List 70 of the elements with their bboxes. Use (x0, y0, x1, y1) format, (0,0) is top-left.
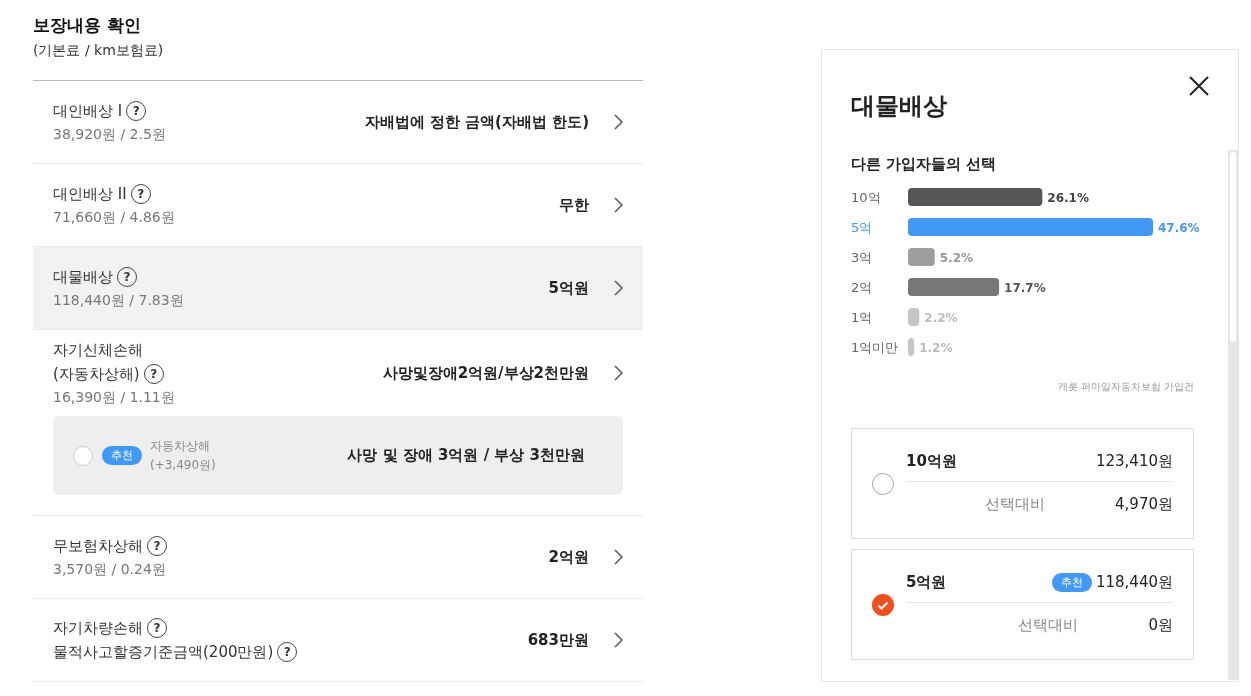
coverage-value: 무한 (559, 195, 589, 215)
difference-value: 4,970원 (1115, 494, 1173, 514)
option-card[interactable]: 10억원 123,410원 선택대비 4,970원 (851, 428, 1194, 539)
option-price: 123,410원 (1095, 451, 1173, 471)
coverage-price: 38,920원 / 2.5원 (53, 125, 167, 144)
option-extra-price: (+3,490원) (150, 456, 216, 474)
close-icon[interactable] (1188, 75, 1210, 97)
chevron-right-icon[interactable] (613, 197, 623, 213)
bar-value-label: 17.7% (1004, 281, 1046, 295)
coverage-row[interactable]: 대인배상 I ? 38,920원 / 2.5원 자배법에 정한 금액(자배법 한도) (33, 81, 643, 164)
option-name: 자동차상해 (150, 437, 211, 455)
coverage-name: 물적사고할증기준금액(200만원) (53, 642, 274, 663)
bar-value-label: 26.1% (1047, 191, 1089, 205)
chevron-right-icon[interactable] (613, 365, 623, 381)
option-value: 사망 및 장애 3억원 / 부상 3천만원 (347, 446, 585, 465)
chevron-right-icon[interactable] (613, 280, 623, 296)
coverage-name: 자기차량손해 (53, 618, 143, 639)
chart-title: 다른 가입자들의 선택 (851, 155, 998, 174)
bar-value-label: 47.6% (1158, 221, 1200, 235)
coverage-name: 자기신체손해 (53, 340, 143, 361)
coverage-price: 118,440원 / 7.83원 (53, 291, 185, 310)
bar-category: 1억 (851, 310, 873, 325)
bar-category: 5억 (851, 220, 873, 235)
page-title: 보장내용 확인 (33, 14, 142, 37)
coverage-name: 대물배상 (53, 267, 113, 288)
coverage-name: 대인배상 I (53, 101, 123, 122)
bar-category: 10억 (851, 190, 881, 205)
coverage-name: 대인배상 II (53, 184, 127, 205)
option-card[interactable]: 5억원 추천 118,440원 선택대비 0원 (851, 549, 1194, 660)
recommend-badge: 추천 (1051, 572, 1092, 592)
chevron-right-icon[interactable] (613, 549, 623, 565)
coverage-price: 3,570원 / 0.24원 (53, 560, 167, 579)
bar (908, 338, 915, 356)
chevron-right-icon[interactable] (613, 632, 623, 648)
coverage-value: 2억원 (548, 547, 589, 567)
coverage-price: 71,660원 / 4.86원 (53, 208, 176, 227)
coverage-row[interactable]: 자기신체손해 (자동차상해) ? 16,390원 / 1.11원 사망및장애2억원/부상2천만원 추천 자동차상해 (+3,490원) 사망 및 장애 3억원 / 부상 3천만원 (33, 330, 643, 516)
coverage-row[interactable]: 무보험차상해 ? 3,570원 / 0.24원 2억원 (33, 516, 643, 599)
option-amount: 5억원 (906, 572, 947, 592)
option-price: 118,440원 (1095, 572, 1173, 592)
coverage-value: 5억원 (548, 278, 589, 298)
bar-value-label: 5.2% (939, 251, 974, 265)
chevron-right-icon[interactable] (613, 114, 623, 130)
difference-label: 선택대비 (1018, 615, 1079, 635)
coverage-row[interactable]: 자기차량손해 ? 물적사고할증기준금액(200만원) ? 683만원 (33, 599, 643, 682)
panel-title: 대물배상 (851, 91, 948, 122)
coverage-value: 자배법에 정한 금액(자배법 한도) (364, 112, 589, 132)
coverage-name: 무보험차상해 (53, 536, 143, 557)
scrollbar[interactable] (1228, 150, 1238, 680)
bar (908, 248, 935, 266)
bar-category: 3억 (851, 250, 873, 265)
chart-source: 캐롯 퍼마일자동차보험 가입건 (1056, 380, 1194, 394)
recommend-badge: 추천 (102, 446, 142, 465)
difference-label: 선택대비 (985, 494, 1046, 514)
difference-value: 0원 (1148, 615, 1173, 635)
coverage-row[interactable]: 대물배상 ? 118,440원 / 7.83원 5억원 (33, 247, 643, 330)
radio-button[interactable] (73, 445, 93, 466)
bar-value-label: 2.2% (924, 311, 958, 325)
coverage-value: 사망및장애2억원/부상2천만원 (382, 363, 589, 383)
bar-category: 2억 (851, 280, 873, 295)
checked-radio-icon[interactable] (872, 593, 894, 616)
page-subtitle: (기본료 / km보험료) (33, 42, 643, 81)
coverage-name: (자동차상해) (53, 364, 140, 385)
coverage-value: 683만원 (527, 630, 589, 650)
bar-value-label: 1.2% (919, 341, 953, 355)
bar-category: 1억미만 (851, 340, 899, 355)
option-amount: 10억원 (906, 451, 957, 471)
upgrade-option[interactable]: 추천 자동차상해 (+3,490원) 사망 및 장애 3억원 / 부상 3천만원 (53, 416, 623, 495)
bar (908, 308, 920, 326)
coverage-price: 16,390원 / 1.11원 (53, 388, 176, 407)
